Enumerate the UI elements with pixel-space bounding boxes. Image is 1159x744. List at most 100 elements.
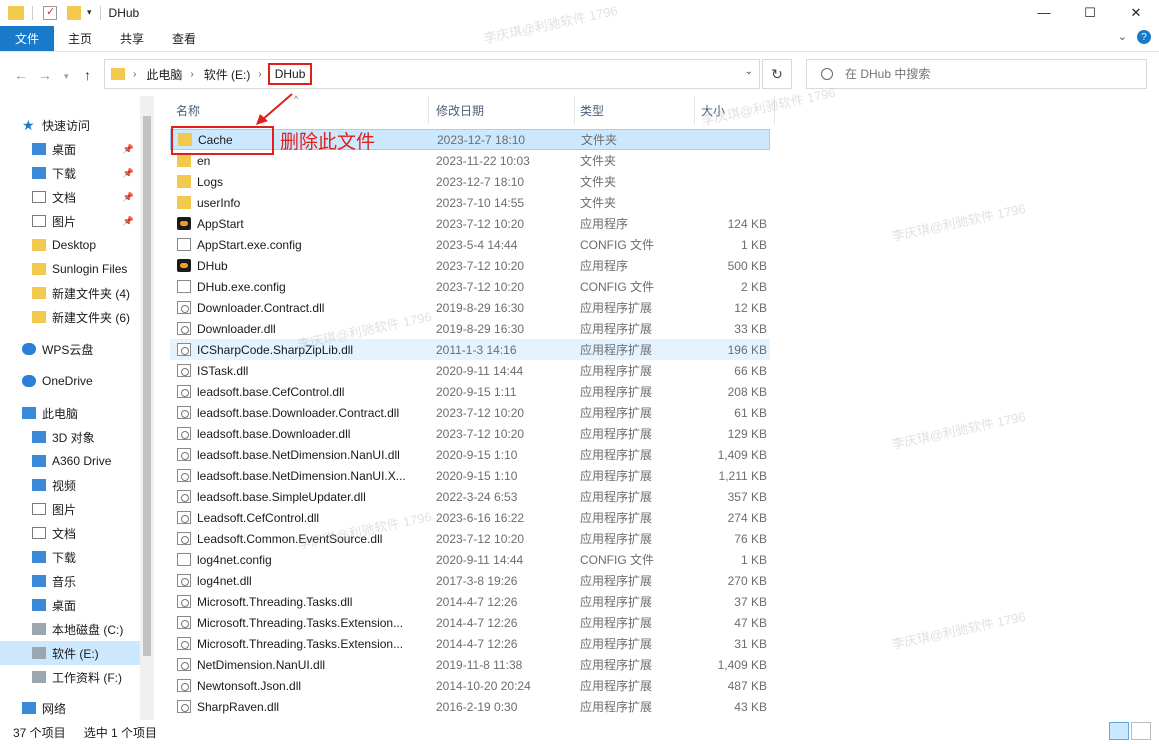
file-row[interactable]: AppStart.exe.config 2023-5-4 14:44 CONFIG … [170,234,770,255]
file-row[interactable]: leadsoft.base.Downloader.Contract.dll 202… [170,402,770,423]
file-row[interactable]: Leadsoft.CefControl.dll 2023-6-16 16:22 应用… [170,507,770,528]
sidebar-item[interactable]: 图片 [0,497,140,521]
sidebar-item[interactable]: Sunlogin Files [0,257,140,281]
sidebar-item[interactable]: Desktop [0,233,140,257]
file-row[interactable]: ISTask.dll 2020-9-11 14:44 应用程序扩展 66 KB [170,360,770,381]
sidebar-item[interactable]: 新建文件夹 (6) [0,305,140,329]
close-button[interactable]: ✕ [1113,0,1159,25]
column-header-name[interactable]: 名称 [176,96,200,124]
details-view-icon[interactable] [1109,722,1129,740]
sidebar-item[interactable]: 下载 📌 [0,161,140,185]
large-icons-view-icon[interactable] [1131,722,1151,740]
dll-icon [177,427,191,440]
column-header-type[interactable]: 类型 [580,96,604,124]
tab-view[interactable]: 查看 [158,26,210,51]
sidebar-item[interactable]: 下载 [0,545,140,569]
address-bar[interactable]: › 此电脑 › 软件 (E:) › DHub ⌄ [104,59,760,89]
chevron-right-icon[interactable]: › [190,69,193,80]
tab-home[interactable]: 主页 [54,26,106,51]
music-icon [32,575,46,587]
file-date: 2019-8-29 16:30 [436,321,525,336]
breadcrumb-dhub[interactable]: DHub [267,63,313,85]
file-row[interactable]: Newtonsoft.Json.dll 2014-10-20 20:24 应用程序扩… [170,675,770,696]
file-row[interactable]: SharpRaven.dll 2016-2-19 0:30 应用程序扩展 43 KB [170,696,770,717]
sidebar-item[interactable]: WPS云盘 [0,337,140,361]
recent-locations-icon[interactable]: ▾ [64,71,69,82]
expand-ribbon-icon[interactable]: ⌄ [1118,30,1127,44]
file-row[interactable]: Logs 2023-12-7 18:10 文件夹 [170,171,770,192]
file-row[interactable]: NetDimension.NanUI.dll 2019-11-8 11:38 应用程… [170,654,770,675]
chevron-right-icon[interactable]: › [258,69,261,80]
file-type: 应用程序扩展 [580,343,653,357]
customize-toolbar-icon[interactable]: ▾ [87,7,92,18]
file-row[interactable]: userInfo 2023-7-10 14:55 文件夹 [170,192,770,213]
sidebar-item[interactable]: 新建文件夹 (4) [0,281,140,305]
search-input[interactable] [845,67,1125,81]
file-row[interactable]: Microsoft.Threading.Tasks.Extension... 20… [170,612,770,633]
file-type: CONFIG 文件 [580,553,654,567]
file-row[interactable]: Downloader.Contract.dll 2019-8-29 16:30 应用… [170,297,770,318]
properties-icon[interactable] [43,5,57,20]
help-icon[interactable]: ? [1137,30,1151,44]
file-date: 2016-2-19 0:30 [436,699,518,714]
minimize-button[interactable]: — [1021,0,1067,25]
search-box[interactable] [806,59,1147,89]
file-date: 2023-7-12 10:20 [436,258,525,273]
file-row[interactable]: Downloader.dll 2019-8-29 16:30 应用程序扩展 33 KB [170,318,770,339]
file-row[interactable]: leadsoft.base.SimpleUpdater.dll 2022-3-24… [170,486,770,507]
file-row[interactable]: leadsoft.base.NetDimension.NanUI.dll 2020… [170,444,770,465]
sidebar-item[interactable]: A360 Drive [0,449,140,473]
sidebar-item-label: 快速访问 [42,118,91,133]
file-type: 应用程序扩展 [580,679,653,693]
file-row[interactable]: DHub 2023-7-12 10:20 应用程序 500 KB [170,255,770,276]
maximize-button[interactable]: ☐ [1067,0,1113,25]
sidebar-item[interactable]: 文档 📌 [0,185,140,209]
breadcrumb-this-pc[interactable]: 此电脑 [146,66,182,83]
sidebar-item[interactable]: 文档 [0,521,140,545]
file-size: 1,409 KB [717,657,767,672]
breadcrumb-drive-e[interactable]: 软件 (E:) [204,66,251,83]
file-row[interactable]: log4net.config 2020-9-11 14:44 CONFIG 文件 1 … [170,549,770,570]
back-icon[interactable]: ← [14,67,28,83]
column-header-size[interactable]: 大小 [701,96,725,124]
sidebar-item[interactable]: OneDrive [0,369,140,393]
document-icon [32,527,46,539]
sidebar-item-label: 新建文件夹 (6) [52,310,131,325]
tab-file[interactable]: 文件 [0,25,54,51]
file-name: Downloader.dll [197,321,276,336]
sidebar-item[interactable]: ★ 快速访问 [0,113,140,137]
sidebar-item[interactable]: 音乐 [0,569,140,593]
sidebar-item[interactable]: 本地磁盘 (C:) [0,617,140,641]
sidebar-item[interactable]: 工作资料 (F:) [0,665,140,689]
refresh-button[interactable]: ↻ [762,59,792,89]
file-row[interactable]: log4net.dll 2017-3-8 19:26 应用程序扩展 270 KB [170,570,770,591]
file-name: leadsoft.base.Downloader.dll [197,426,351,441]
dll-icon [177,301,191,314]
status-bar: 37 个项目 选中 1 个项目 [0,720,1159,744]
sidebar-item[interactable]: 视频 [0,473,140,497]
sidebar-item[interactable]: 软件 (E:) [0,641,140,665]
file-row[interactable]: leadsoft.base.NetDimension.NanUI.X... 202… [170,465,770,486]
sidebar-item[interactable]: 此电脑 [0,401,140,425]
up-icon[interactable]: ↑ [84,67,91,83]
column-header-date[interactable]: 修改日期 [436,96,484,124]
sidebar-item[interactable]: 3D 对象 [0,425,140,449]
file-row[interactable]: Leadsoft.Common.EventSource.dll 2023-7-12… [170,528,770,549]
chevron-down-icon[interactable]: ⌄ [745,66,753,77]
sidebar-scrollbar[interactable] [140,96,154,720]
sidebar-item[interactable]: 网络 [0,696,140,720]
file-row[interactable]: leadsoft.base.CefControl.dll 2020-9-15 1:… [170,381,770,402]
tab-share[interactable]: 共享 [106,26,158,51]
file-row[interactable]: Microsoft.Threading.Tasks.dll 2014-4-7 12… [170,591,770,612]
file-row[interactable]: Microsoft.Threading.Tasks.Extension... 20… [170,633,770,654]
file-row[interactable]: DHub.exe.config 2023-7-12 10:20 CONFIG 文件 2… [170,276,770,297]
file-row[interactable]: ICSharpCode.SharpZipLib.dll 2011-1-3 14:1… [170,339,770,360]
sidebar-item[interactable]: 桌面 📌 [0,137,140,161]
sidebar-item[interactable]: 桌面 [0,593,140,617]
file-row[interactable]: AppStart 2023-7-12 10:20 应用程序 124 KB [170,213,770,234]
forward-icon[interactable]: → [38,67,52,83]
sidebar-item[interactable]: 图片 📌 [0,209,140,233]
new-folder-icon[interactable] [67,5,81,20]
file-row[interactable]: leadsoft.base.Downloader.dll 2023-7-12 10… [170,423,770,444]
chevron-right-icon[interactable]: › [133,69,136,80]
